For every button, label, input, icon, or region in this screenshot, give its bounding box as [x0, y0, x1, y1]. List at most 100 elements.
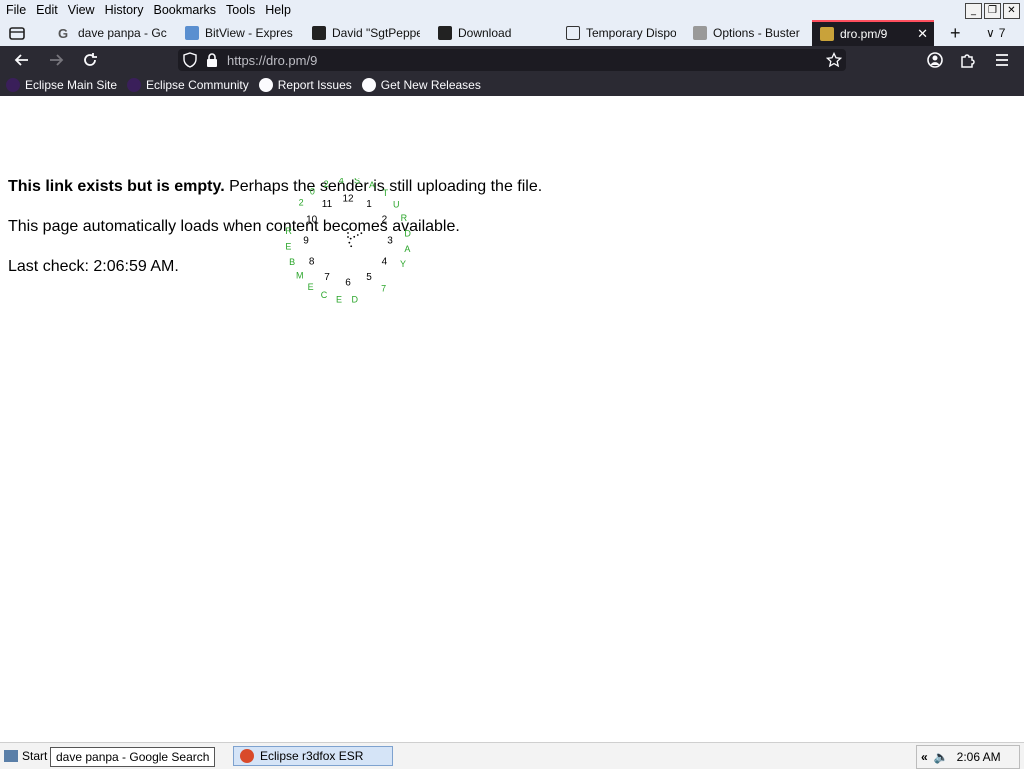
menu-view[interactable]: View [63, 3, 100, 17]
tab-dro-pm[interactable]: dro.pm/9 ✕ [812, 20, 934, 46]
bookmark-eclipse-community[interactable]: Eclipse Community [127, 78, 249, 92]
mail-icon [566, 26, 580, 40]
clock-number: 4 [382, 257, 388, 268]
taskbar: Start dave panpa - Google Search Eclipse… [0, 742, 1024, 769]
clock-number: 1 [366, 199, 372, 210]
reload-button[interactable] [81, 51, 99, 73]
back-arrow-icon [14, 54, 28, 66]
menu-bar: File Edit View History Bookmarks Tools H… [0, 0, 1024, 20]
clock-date-letter: D [351, 295, 358, 305]
clock-date-letter: C [321, 290, 328, 300]
clock-date-letter: E [336, 294, 342, 304]
start-button[interactable]: Start [4, 746, 47, 766]
clock-date-letter: R [401, 213, 408, 223]
last-check-text: Last check: 2:06:59 AM. [8, 258, 179, 275]
forward-arrow-icon [50, 54, 64, 66]
lock-icon[interactable] [205, 52, 219, 68]
clock-hand-dot [360, 232, 363, 235]
clock-date-letter: R [285, 226, 292, 236]
window-controls: _ ❐ ✕ [965, 3, 1020, 19]
clock-number: 10 [306, 215, 318, 226]
tab-youtube[interactable]: David "SgtPeppe [312, 20, 420, 46]
clock-date-letter: T [383, 188, 389, 198]
menu-file[interactable]: File [0, 3, 31, 17]
reload-icon [84, 53, 97, 66]
r3dfox-icon [240, 749, 254, 763]
forward-button[interactable] [47, 51, 65, 73]
download-icon [438, 26, 452, 40]
url-bar[interactable]: https://dro.pm/9 [178, 49, 846, 71]
cursor-clock: 12 1 2 3 4 5 6 7 8 9 10 11 S A T U R D A Y 7 DECEMBER 2024 [280, 175, 416, 308]
tab-download[interactable]: Download [438, 20, 548, 46]
clock-date-letter: D [404, 228, 411, 238]
tab-temporary-disposable[interactable]: Temporary Dispo [566, 20, 676, 46]
tab-google[interactable]: G dave panpa - Gc [58, 20, 170, 46]
menu-edit[interactable]: Edit [31, 3, 63, 17]
clock-date-letter: 2 [324, 179, 329, 189]
url-text: https://dro.pm/9 [227, 53, 318, 68]
clock-hand-dot [356, 234, 359, 236]
chevron-down-icon: ∨ [986, 26, 995, 40]
back-button[interactable] [13, 51, 31, 73]
tab-tooltip: dave panpa - Google Search [50, 747, 216, 767]
folder-icon [820, 27, 834, 41]
clock-date-letter: A [369, 180, 375, 190]
clock-date-letter: Y [400, 259, 406, 269]
taskbar-browser-item[interactable]: Eclipse r3dfox ESR [233, 746, 393, 766]
clock-number: 7 [324, 272, 330, 283]
clock-hand-dot [347, 228, 349, 230]
system-tray: « 🔈 2:06 AM [916, 745, 1020, 769]
shield-icon[interactable] [182, 52, 198, 68]
list-all-tabs-button[interactable]: ∨ 7 [986, 20, 1020, 46]
tray-clock[interactable]: 2:06 AM [957, 750, 1001, 764]
bookmark-report-issues[interactable]: Report Issues [258, 78, 352, 92]
clock-number: 5 [366, 272, 372, 283]
clock-number: 8 [309, 257, 315, 268]
clock-number: 11 [322, 199, 333, 210]
extensions-button[interactable] [959, 51, 977, 73]
menu-help[interactable]: Help [260, 3, 296, 17]
clock-date-letter: U [393, 199, 400, 209]
bookmark-star-icon[interactable] [826, 52, 842, 68]
tab-bar: G dave panpa - Gc BitView - Expres: Davi… [0, 20, 1024, 46]
youtube-icon [312, 26, 326, 40]
clock-date-letter: B [289, 257, 295, 267]
menu-bookmarks[interactable]: Bookmarks [148, 3, 221, 17]
puzzle-icon [693, 26, 707, 40]
close-window-button[interactable]: ✕ [1003, 3, 1020, 19]
bookmarks-toolbar: Eclipse Main Site Eclipse Community Repo… [0, 74, 1024, 97]
hamburger-menu-icon [996, 54, 1008, 66]
chevron-left-icon[interactable]: « [921, 750, 928, 764]
close-tab-icon[interactable]: ✕ [917, 26, 928, 42]
empty-link-message: This link exists but is empty. Perhaps t… [8, 178, 542, 196]
plus-icon: + [950, 22, 961, 43]
clock-hand-dot [347, 236, 349, 238]
clock-date-letter: 2 [299, 198, 304, 208]
account-icon [927, 52, 943, 68]
account-button[interactable] [926, 51, 944, 73]
page-content: This link exists but is empty. Perhaps t… [0, 96, 1024, 736]
restore-button[interactable]: ❐ [984, 3, 1001, 19]
tab-overview-button[interactable] [8, 20, 34, 46]
bookmark-get-new-releases[interactable]: Get New Releases [361, 78, 481, 92]
clock-hand-dot [349, 237, 352, 240]
bitview-icon [185, 26, 199, 40]
speaker-icon[interactable]: 🔈 [934, 750, 949, 764]
new-tab-button[interactable]: + [950, 20, 968, 46]
clock-hand-dot [350, 245, 353, 248]
empty-link-heading: This link exists but is empty. [8, 178, 225, 195]
menu-history[interactable]: History [100, 3, 149, 17]
clock-date-letter: A [404, 244, 410, 254]
app-menu-button[interactable] [993, 51, 1011, 73]
menu-tools[interactable]: Tools [221, 3, 260, 17]
tab-bitview[interactable]: BitView - Expres: [185, 20, 293, 46]
google-icon: G [58, 26, 69, 41]
minimize-button[interactable]: _ [965, 3, 982, 19]
clock-number: 6 [345, 278, 351, 289]
bookmark-eclipse-main-site[interactable]: Eclipse Main Site [6, 78, 117, 92]
tab-options-buster[interactable]: Options - Buster [693, 20, 803, 46]
start-logo-icon [4, 750, 18, 762]
clock-hand-dot [347, 232, 349, 234]
github-icon [258, 78, 273, 92]
clock-hand-dot [348, 241, 351, 244]
